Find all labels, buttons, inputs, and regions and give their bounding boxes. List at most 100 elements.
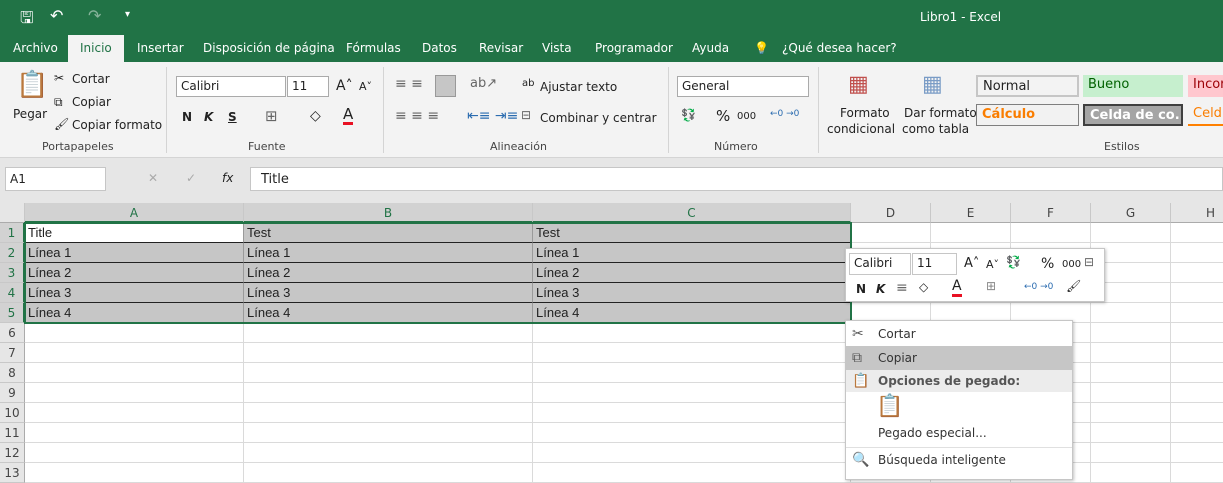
mini-decimal-icons[interactable]: ←0 →0 [1024, 282, 1053, 292]
tab-disposicion[interactable]: Disposición de página [203, 41, 335, 55]
cell-C6[interactable] [533, 323, 851, 343]
mini-merge-icon[interactable]: ⊟ [1084, 255, 1094, 269]
shrink-font-icon[interactable]: A˅ [359, 80, 372, 93]
mini-thousands-button[interactable]: 000 [1062, 259, 1081, 270]
font-size-select[interactable]: 11 [287, 76, 329, 97]
underline-button[interactable]: S [228, 110, 237, 124]
cell-C3[interactable]: Línea 2 [533, 263, 851, 283]
font-name-select[interactable]: Calibri [176, 76, 286, 97]
enter-icon[interactable]: ✓ [186, 171, 196, 185]
mini-center-icon[interactable]: ≡ [896, 280, 908, 296]
redo-icon[interactable]: ↷ [88, 6, 101, 25]
wrap-text-button[interactable]: Ajustar texto [540, 80, 617, 94]
cell-H9[interactable] [1171, 383, 1223, 403]
cell-C12[interactable] [533, 443, 851, 463]
cell-B12[interactable] [244, 443, 533, 463]
cell-H6[interactable] [1171, 323, 1223, 343]
cell-C7[interactable] [533, 343, 851, 363]
cell-H5[interactable] [1171, 303, 1223, 323]
format-painter-button[interactable]: Copiar formato [72, 118, 162, 132]
row-header-6[interactable]: 6 [0, 323, 25, 343]
cell-G1[interactable] [1091, 223, 1171, 243]
cut-button[interactable]: Cortar [72, 72, 110, 86]
orientation-icon[interactable]: ab↗ [470, 76, 497, 91]
conditional-format-line2[interactable]: condicional [827, 122, 895, 136]
tab-vista[interactable]: Vista [542, 41, 572, 55]
paste-option-icon[interactable]: 📋 [876, 394, 903, 419]
cancel-icon[interactable]: ✕ [148, 171, 158, 185]
row-header-10[interactable]: 10 [0, 403, 25, 423]
cell-H10[interactable] [1171, 403, 1223, 423]
row-header-12[interactable]: 12 [0, 443, 25, 463]
formula-input[interactable]: Title [250, 167, 1223, 191]
tab-archivo[interactable]: Archivo [13, 41, 58, 55]
column-header-D[interactable]: D [851, 203, 931, 223]
cell-G10[interactable] [1091, 403, 1171, 423]
mini-font-select[interactable]: Calibri [849, 253, 911, 275]
column-header-F[interactable]: F [1011, 203, 1091, 223]
cell-B13[interactable] [244, 463, 533, 483]
cell-C2[interactable]: Línea 1 [533, 243, 851, 263]
undo-icon[interactable]: ↶ [50, 6, 63, 25]
style-celda-control[interactable]: Celda de co... [1083, 104, 1183, 126]
cell-A10[interactable] [25, 403, 244, 423]
style-calculo[interactable]: Cálculo [976, 104, 1079, 126]
mini-font-color-icon[interactable]: A [952, 279, 962, 297]
row-header-3[interactable]: 3 [0, 263, 25, 283]
cell-B8[interactable] [244, 363, 533, 383]
row-header-4[interactable]: 4 [0, 283, 25, 303]
cell-A6[interactable] [25, 323, 244, 343]
cell-G7[interactable] [1091, 343, 1171, 363]
mini-shrink-font-icon[interactable]: A˅ [986, 258, 999, 271]
menu-item-paste-special[interactable]: Pegado especial... [846, 421, 1072, 445]
number-format-select[interactable]: General [677, 76, 809, 97]
cell-G8[interactable] [1091, 363, 1171, 383]
cell-H13[interactable] [1171, 463, 1223, 483]
cell-C1[interactable]: Test [533, 223, 851, 243]
cell-G5[interactable] [1091, 303, 1171, 323]
style-normal[interactable]: Normal [976, 75, 1079, 97]
tab-programador[interactable]: Programador [595, 41, 673, 55]
cell-C9[interactable] [533, 383, 851, 403]
cell-A7[interactable] [25, 343, 244, 363]
tab-inicio[interactable]: Inicio [68, 35, 124, 62]
column-header-H[interactable]: H [1171, 203, 1223, 223]
tab-insertar[interactable]: Insertar [137, 41, 184, 55]
mini-percent-button[interactable]: % [1041, 256, 1054, 272]
select-all-corner[interactable] [0, 203, 25, 223]
cell-A13[interactable] [25, 463, 244, 483]
indent-icons[interactable]: ⇤≡ ⇥≡ [467, 108, 518, 124]
mini-format-painter-icon[interactable]: 🖌 [1066, 279, 1081, 293]
cell-A9[interactable] [25, 383, 244, 403]
paste-button[interactable]: Pegar [13, 107, 47, 121]
mini-size-select[interactable]: 11 [912, 253, 957, 275]
insert-function-button[interactable]: fx [222, 171, 233, 185]
cell-C5[interactable]: Línea 4 [533, 303, 851, 323]
cell-H11[interactable] [1171, 423, 1223, 443]
cell-A5[interactable]: Línea 4 [25, 303, 244, 323]
cell-H2[interactable] [1171, 243, 1223, 263]
fill-color-icon[interactable]: ◇ [310, 108, 321, 124]
row-header-7[interactable]: 7 [0, 343, 25, 363]
paste-icon[interactable]: 📋 [16, 70, 48, 100]
row-header-11[interactable]: 11 [0, 423, 25, 443]
conditional-format-line1[interactable]: Formato [840, 106, 890, 120]
cell-B6[interactable] [244, 323, 533, 343]
cell-H7[interactable] [1171, 343, 1223, 363]
tell-me-input[interactable]: ¿Qué desea hacer? [782, 41, 897, 55]
italic-button[interactable]: K [204, 110, 213, 124]
menu-item-smart-lookup[interactable]: 🔍 Búsqueda inteligente [846, 447, 1072, 471]
cell-B2[interactable]: Línea 1 [244, 243, 533, 263]
tab-revisar[interactable]: Revisar [479, 41, 523, 55]
cell-B5[interactable]: Línea 4 [244, 303, 533, 323]
cell-G9[interactable] [1091, 383, 1171, 403]
row-header-8[interactable]: 8 [0, 363, 25, 383]
cell-B4[interactable]: Línea 3 [244, 283, 533, 303]
bold-button[interactable]: N [182, 110, 192, 124]
tab-formulas[interactable]: Fórmulas [346, 41, 401, 55]
name-box[interactable]: A1 [5, 167, 106, 191]
font-color-icon[interactable]: A [343, 107, 354, 125]
row-header-5[interactable]: 5 [0, 303, 25, 323]
column-header-B[interactable]: B [244, 203, 533, 223]
cell-H3[interactable] [1171, 263, 1223, 283]
